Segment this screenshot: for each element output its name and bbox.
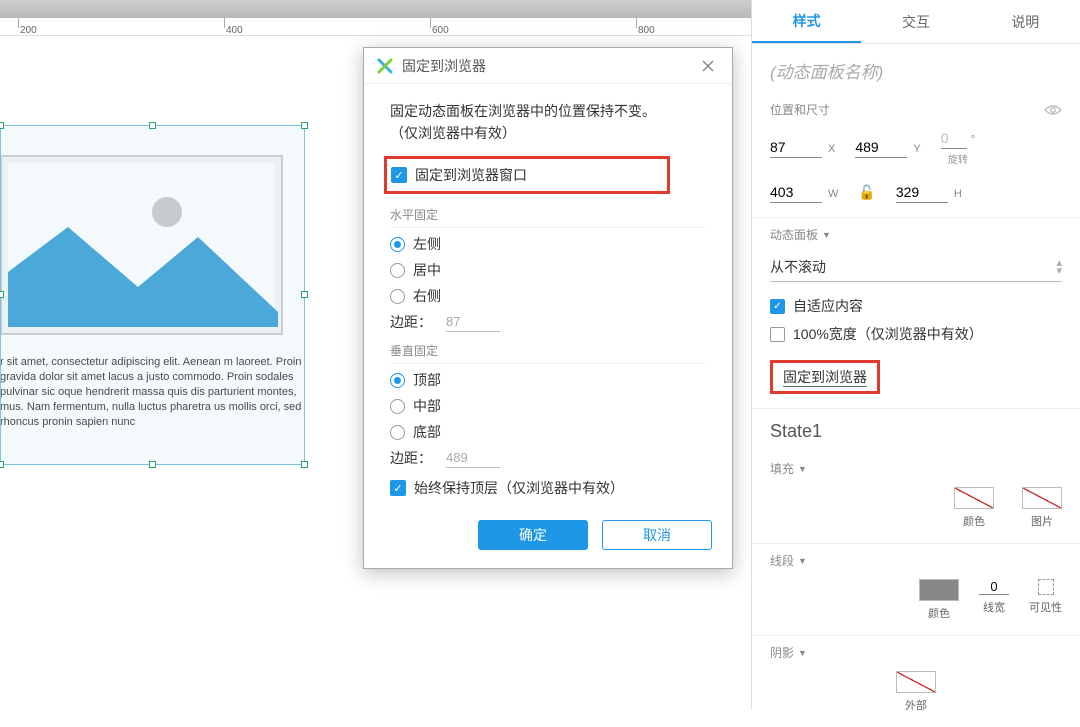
resize-handle[interactable] [0, 291, 4, 298]
x-label: X [828, 143, 835, 155]
fill-head: 填充 [770, 460, 794, 477]
v-margin-label: 边距： [390, 448, 432, 468]
ruler-tick-800: 800 [638, 25, 655, 36]
w-input[interactable] [770, 182, 822, 203]
selection-outline[interactable] [0, 125, 305, 465]
radio-left-label: 左侧 [413, 234, 441, 254]
tab-style[interactable]: 样式 [752, 0, 861, 43]
x-input[interactable] [770, 137, 822, 158]
keep-front-checkbox[interactable]: ✓ [390, 480, 406, 496]
dialog-titlebar[interactable]: 固定到浏览器 [364, 48, 732, 84]
h-margin-input[interactable] [446, 312, 500, 332]
full-width-label: 100%宽度（仅浏览器中有效） [793, 324, 983, 344]
h-margin-label: 边距： [390, 312, 432, 332]
highlight-box: ✓ 固定到浏览器窗口 [384, 156, 670, 194]
inspector-panel: 样式 交互 说明 (动态面板名称) 位置和尺寸 X Y ° 旋转 W 🔓 H 动… [751, 0, 1080, 709]
resize-handle[interactable] [301, 291, 308, 298]
pin-dialog: 固定到浏览器 固定动态面板在浏览器中的位置保持不变。 （仅浏览器中有效） ✓ 固… [363, 47, 733, 569]
fit-content-checkbox[interactable]: ✓ [770, 299, 785, 314]
pin-browser-link[interactable]: 固定到浏览器 [783, 369, 867, 387]
ruler-tick-400: 400 [226, 25, 243, 36]
caret-down-icon[interactable]: ▼ [798, 556, 807, 566]
radio-left[interactable] [390, 237, 405, 252]
caret-down-icon[interactable]: ▼ [798, 648, 807, 658]
shadow-outer-swatch[interactable] [896, 671, 936, 693]
state-name[interactable]: State1 [752, 409, 1080, 452]
v-margin-input[interactable] [446, 448, 500, 468]
close-button[interactable] [696, 54, 720, 78]
rotation-deg: ° [971, 134, 975, 146]
caret-down-icon[interactable]: ▼ [822, 230, 831, 240]
radio-top-label: 顶部 [413, 370, 441, 390]
visibility-icon[interactable] [1044, 104, 1062, 116]
top-scrollbar[interactable] [0, 0, 751, 18]
fill-color-label: 颜色 [963, 513, 985, 529]
caret-down-icon[interactable]: ▼ [798, 464, 807, 474]
pin-checkbox[interactable]: ✓ [391, 167, 407, 183]
h-label: H [954, 188, 962, 200]
full-width-checkbox[interactable] [770, 327, 785, 342]
radio-right-label: 右侧 [413, 286, 441, 306]
scroll-select[interactable]: 从不滚动 ▴▾ [770, 253, 1062, 282]
y-label: Y [913, 143, 920, 155]
ok-button[interactable]: 确定 [478, 520, 588, 550]
dialog-desc-1: 固定动态面板在浏览器中的位置保持不变。 [390, 100, 706, 122]
radio-bottom[interactable] [390, 425, 405, 440]
widget-name-input[interactable]: (动态面板名称) [752, 44, 1080, 93]
ruler-tick-200: 200 [20, 25, 37, 36]
radio-center-label: 居中 [413, 260, 441, 280]
panel-tabs: 样式 交互 说明 [752, 0, 1080, 44]
close-icon [702, 60, 714, 72]
radio-top[interactable] [390, 373, 405, 388]
stepper-icon[interactable]: ▴▾ [1056, 259, 1062, 275]
resize-handle[interactable] [301, 122, 308, 129]
cancel-button[interactable]: 取消 [602, 520, 712, 550]
tab-interactions[interactable]: 交互 [861, 0, 970, 43]
dynamic-panel-head: 动态面板 [770, 226, 818, 243]
resize-handle[interactable] [149, 122, 156, 129]
line-color-swatch[interactable] [919, 579, 959, 601]
horizontal-section-head: 水平固定 [390, 206, 706, 228]
radio-right[interactable] [390, 289, 405, 304]
resize-handle[interactable] [149, 461, 156, 468]
shadow-outer-label: 外部 [905, 697, 927, 713]
radio-middle-label: 中部 [413, 396, 441, 416]
y-input[interactable] [855, 137, 907, 158]
fit-content-label: 自适应内容 [793, 296, 863, 316]
line-width-label: 线宽 [983, 599, 1005, 615]
fill-color-swatch[interactable] [954, 487, 994, 509]
lock-aspect-icon[interactable]: 🔓 [858, 184, 875, 201]
keep-front-label: 始终保持顶层（仅浏览器中有效） [414, 478, 624, 498]
position-size-head: 位置和尺寸 [770, 101, 830, 118]
ruler-tick-600: 600 [432, 25, 449, 36]
dialog-title: 固定到浏览器 [402, 56, 486, 76]
line-width-input[interactable] [979, 579, 1009, 595]
h-input[interactable] [896, 182, 948, 203]
vertical-section-head: 垂直固定 [390, 342, 706, 364]
resize-handle[interactable] [301, 461, 308, 468]
tab-notes[interactable]: 说明 [971, 0, 1080, 43]
line-visibility-toggle[interactable] [1038, 579, 1054, 595]
resize-handle[interactable] [0, 461, 4, 468]
line-color-label: 颜色 [928, 605, 950, 621]
line-head: 线段 [770, 552, 794, 569]
scroll-value: 从不滚动 [770, 257, 826, 277]
rotation-input[interactable] [941, 128, 967, 149]
dialog-desc-2: （仅浏览器中有效） [390, 122, 706, 144]
fill-image-label: 图片 [1031, 513, 1053, 529]
axure-logo-icon [376, 57, 394, 75]
shadow-head: 阴影 [770, 644, 794, 661]
radio-middle[interactable] [390, 399, 405, 414]
radio-bottom-label: 底部 [413, 422, 441, 442]
ruler-horizontal[interactable]: 200 400 600 800 [0, 18, 751, 36]
w-label: W [828, 188, 838, 200]
rotation-label: 旋转 [948, 151, 968, 166]
highlight-box-2: 固定到浏览器 [770, 360, 880, 394]
pin-checkbox-label: 固定到浏览器窗口 [415, 165, 527, 185]
resize-handle[interactable] [0, 122, 4, 129]
radio-center[interactable] [390, 263, 405, 278]
line-visibility-label: 可见性 [1029, 599, 1062, 615]
fill-image-swatch[interactable] [1022, 487, 1062, 509]
